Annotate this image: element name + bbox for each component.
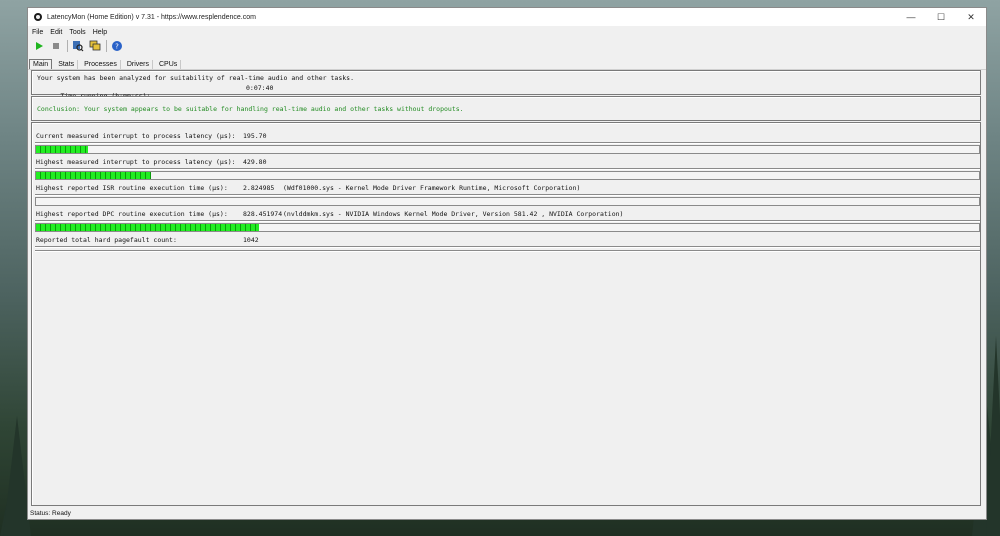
time-running-value: 0:07:40 <box>246 84 274 92</box>
isr-bar <box>35 197 980 206</box>
start-icon <box>36 42 43 50</box>
dpc-bar <box>35 223 980 232</box>
windows-button[interactable] <box>88 39 102 53</box>
help-icon: ? <box>112 41 122 51</box>
status-bar: Status: Ready <box>28 507 986 519</box>
tab-bar: Main Stats Processes Drivers CPUs <box>28 55 986 70</box>
metric-label: Highest reported ISR routine execution t… <box>36 184 228 192</box>
metric-value: 2.824985 <box>243 184 275 192</box>
svg-text:?: ? <box>115 43 119 51</box>
windows-icon <box>89 40 101 51</box>
summary-panel: Your system has been analyzed for suitab… <box>31 70 981 100</box>
menu-tools[interactable]: Tools <box>69 29 85 36</box>
metric-value: 1042 <box>243 236 259 244</box>
toolbar: ? <box>28 38 986 54</box>
conclusion-text: Conclusion: Your system appears to be su… <box>37 105 464 113</box>
metric-label: Highest reported DPC routine execution t… <box>36 210 228 218</box>
close-button[interactable]: ✕ <box>956 8 986 26</box>
conclusion-panel: Conclusion: Your system appears to be su… <box>31 96 981 121</box>
search-button[interactable] <box>71 39 85 53</box>
metric-current-latency: Current measured interrupt to process la… <box>32 129 980 155</box>
minimize-button[interactable]: — <box>896 8 926 26</box>
title-bar[interactable]: LatencyMon (Home Edition) v 7.31 - https… <box>28 8 986 26</box>
search-icon <box>73 41 84 52</box>
latency-bar <box>35 145 980 154</box>
tab-main[interactable]: Main <box>29 59 53 69</box>
metric-value: 195.70 <box>243 132 267 140</box>
window-title: LatencyMon (Home Edition) v 7.31 - https… <box>47 13 256 21</box>
tab-cpus[interactable]: CPUs <box>156 60 182 69</box>
metric-value: 429.80 <box>243 158 267 166</box>
bar-fill <box>36 224 259 231</box>
stop-icon <box>53 43 59 49</box>
divider <box>35 250 980 252</box>
menu-help[interactable]: Help <box>93 29 107 36</box>
analysis-message: Your system has been analyzed for suitab… <box>37 74 354 82</box>
bar-fill <box>36 172 152 179</box>
metric-detail: (nvlddmkm.sys - NVIDIA Windows Kernel Mo… <box>283 210 624 218</box>
metric-isr-time: Highest reported ISR routine execution t… <box>32 181 980 207</box>
divider <box>35 168 980 170</box>
tab-processes[interactable]: Processes <box>81 60 121 69</box>
app-logo-icon <box>34 13 42 21</box>
stop-button[interactable] <box>49 39 63 53</box>
menu-edit[interactable]: Edit <box>50 29 62 36</box>
metric-label: Highest measured interrupt to process la… <box>36 158 236 166</box>
maximize-button[interactable]: ☐ <box>926 8 956 26</box>
help-button[interactable]: ? <box>110 39 124 53</box>
metric-label: Reported total hard pagefault count: <box>36 236 177 244</box>
app-window: LatencyMon (Home Edition) v 7.31 - https… <box>27 7 987 520</box>
metric-label: Current measured interrupt to process la… <box>36 132 236 140</box>
metrics-panel: Current measured interrupt to process la… <box>31 122 981 506</box>
toolbar-separator <box>67 40 68 52</box>
bar-fill <box>36 146 88 153</box>
menu-file[interactable]: File <box>32 29 43 36</box>
metric-pagefault-count: Reported total hard pagefault count: 104… <box>32 233 980 259</box>
toolbar-separator <box>106 40 107 52</box>
latency-bar <box>35 171 980 180</box>
menu-bar: File Edit Tools Help <box>28 26 986 38</box>
metric-detail: (Wdf01000.sys - Kernel Mode Driver Frame… <box>283 184 581 192</box>
divider <box>35 142 980 144</box>
metric-highest-latency: Highest measured interrupt to process la… <box>32 155 980 181</box>
metric-dpc-time: Highest reported DPC routine execution t… <box>32 207 980 233</box>
divider <box>35 194 980 196</box>
divider <box>35 246 980 248</box>
tab-stats[interactable]: Stats <box>55 60 79 69</box>
metric-value: 828.451974 <box>243 210 283 218</box>
tab-drivers[interactable]: Drivers <box>124 60 153 69</box>
start-button[interactable] <box>32 39 46 53</box>
divider <box>35 220 980 222</box>
